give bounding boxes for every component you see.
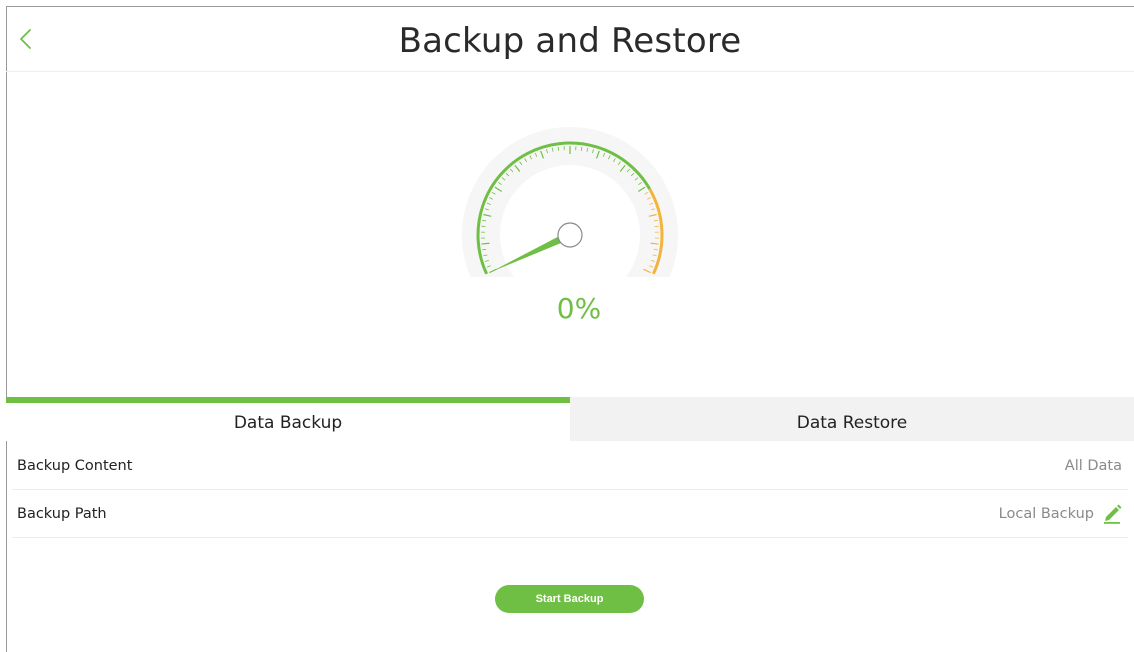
backup-content-row[interactable]: Backup Content All Data	[12, 441, 1128, 490]
gauge-hub	[557, 222, 583, 248]
backup-content-label: Backup Content	[17, 458, 133, 474]
backup-path-row[interactable]: Backup Path Local Backup	[12, 489, 1128, 538]
start-backup-button[interactable]: Start Backup	[495, 585, 644, 613]
tab-data-backup[interactable]: Data Backup	[6, 397, 570, 441]
backup-progress-gauge	[460, 127, 680, 295]
backup-content-value: All Data	[1064, 458, 1122, 474]
gauge-tick	[481, 242, 490, 245]
pencil-icon[interactable]	[1102, 502, 1122, 524]
backup-path-label: Backup Path	[17, 506, 107, 522]
gauge-tick	[580, 146, 583, 151]
progress-percent: 0%	[556, 292, 602, 325]
gauge-tick	[650, 242, 659, 245]
header-bar: Backup and Restore	[6, 7, 1134, 72]
tab-data-restore[interactable]: Data Restore	[570, 397, 1134, 441]
gauge-tick	[557, 146, 560, 151]
app-window	[6, 6, 1134, 652]
page-title: Backup and Restore	[398, 21, 742, 61]
backup-path-value: Local Backup	[998, 506, 1094, 522]
tab-bar: Data Backup Data Restore	[6, 397, 1134, 441]
